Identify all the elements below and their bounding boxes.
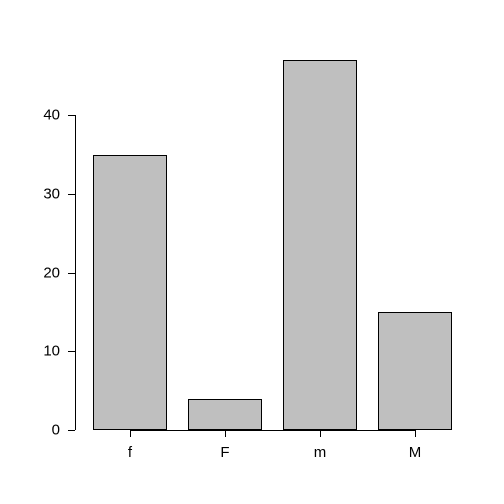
y-label-10: 10 (30, 343, 60, 360)
bar-chart: 0 10 20 30 40 f F m M (0, 0, 504, 504)
y-tick-30 (68, 194, 75, 195)
x-tick-f (130, 430, 131, 437)
x-label-f: f (128, 444, 132, 461)
y-tick-40 (68, 115, 75, 116)
bar-m (283, 60, 357, 430)
x-label-m: m (314, 444, 327, 461)
y-tick-20 (68, 273, 75, 274)
x-axis (130, 430, 415, 431)
bar-M-upper (378, 312, 452, 430)
x-tick-M-upper (415, 430, 416, 437)
plot-area (75, 60, 470, 430)
x-tick-m (320, 430, 321, 437)
x-tick-F-upper (225, 430, 226, 437)
y-label-0: 0 (30, 422, 60, 439)
bar-f (93, 155, 167, 431)
y-tick-0 (68, 430, 75, 431)
x-label-F-upper: F (220, 444, 229, 461)
y-axis (75, 115, 76, 430)
x-label-M-upper: M (409, 444, 422, 461)
y-tick-10 (68, 351, 75, 352)
y-label-40: 40 (30, 107, 60, 124)
y-label-30: 30 (30, 185, 60, 202)
bar-F-upper (188, 399, 262, 431)
y-label-20: 20 (30, 264, 60, 281)
